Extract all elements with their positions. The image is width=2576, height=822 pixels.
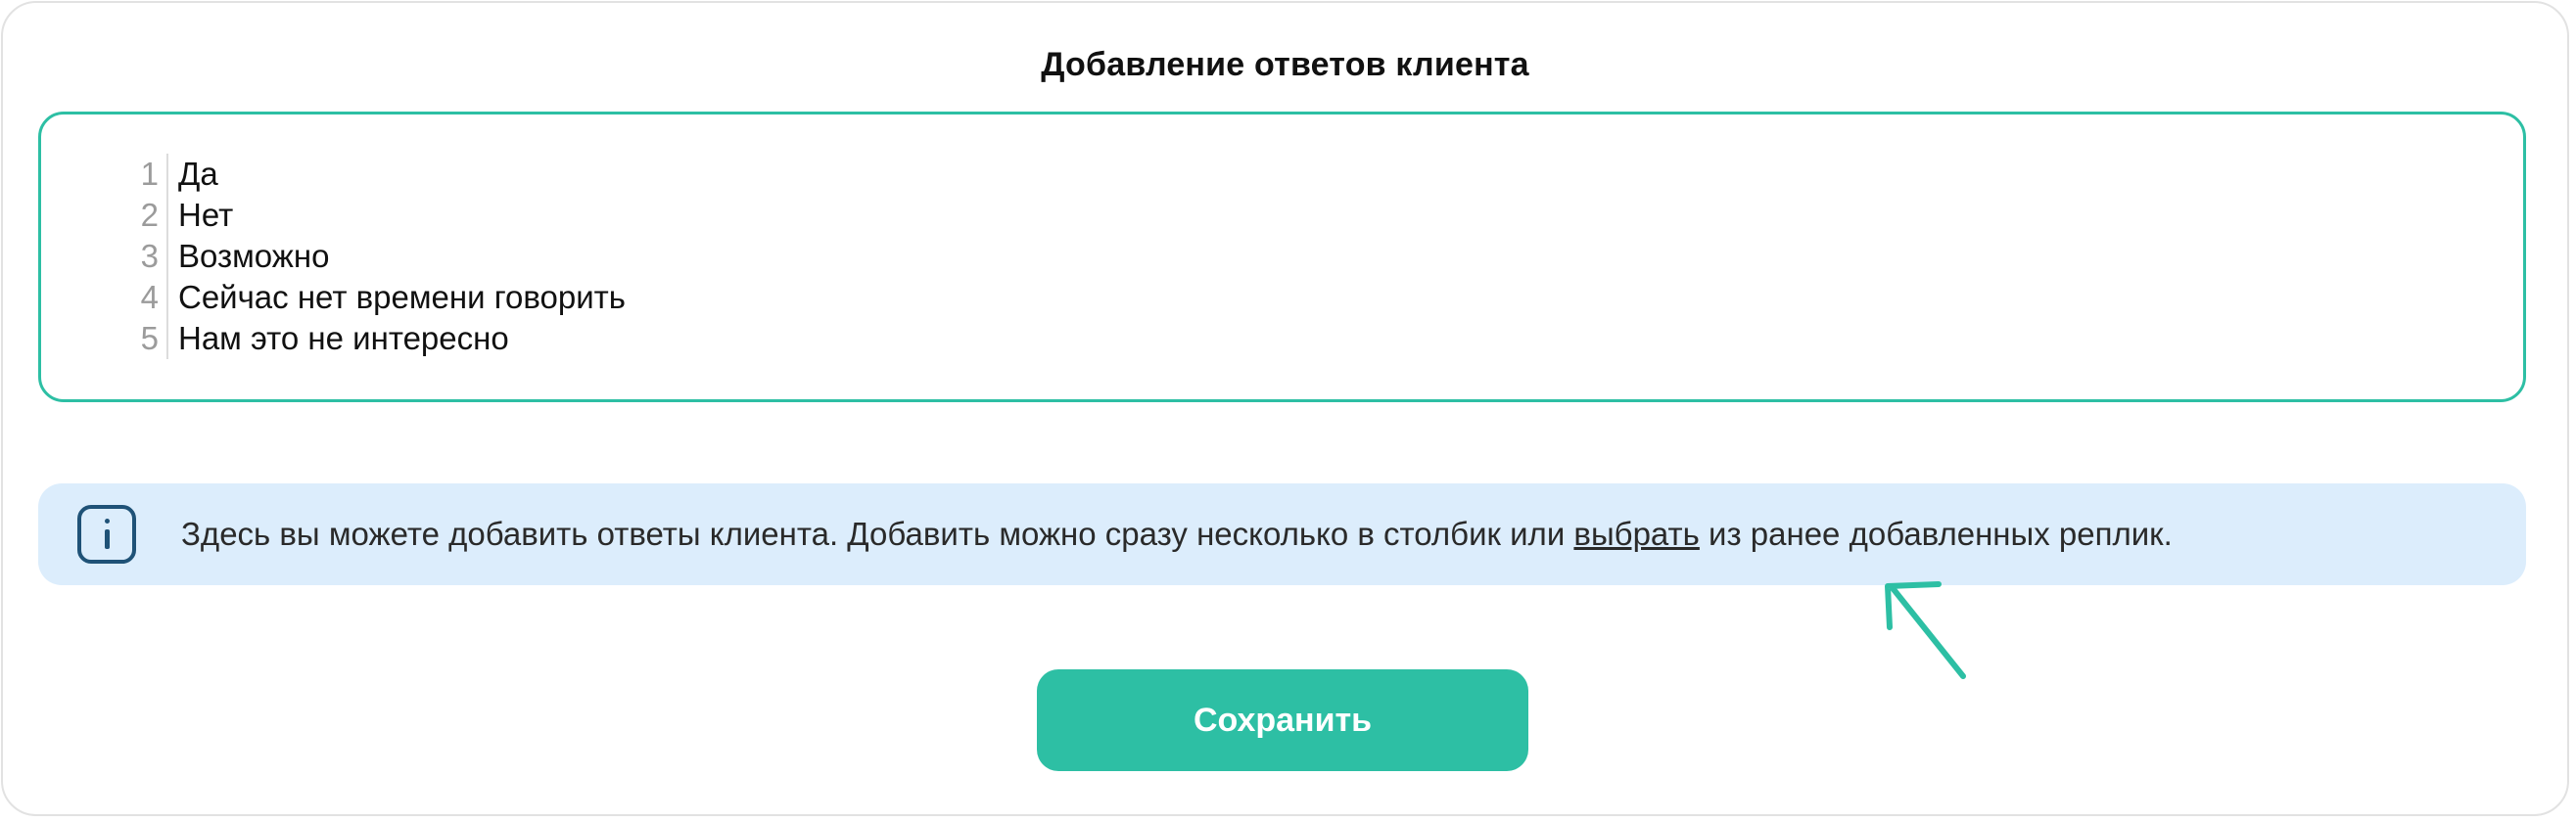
editor-line[interactable]: 4 Сейчас нет времени говорить: [100, 277, 626, 318]
editor-line[interactable]: 5 Нам это не интересно: [100, 318, 626, 359]
editor-line[interactable]: 3 Возможно: [100, 236, 626, 277]
editor-line[interactable]: 2 Нет: [100, 195, 626, 236]
dialog-title: Добавление ответов клиента: [1041, 46, 1529, 83]
line-number: 3: [100, 236, 168, 277]
arrow-up-left-icon: [1885, 581, 1966, 679]
line-text[interactable]: Нет: [168, 195, 233, 236]
save-button[interactable]: Сохранить: [1037, 669, 1528, 771]
editor-line[interactable]: 1 Да: [100, 154, 626, 195]
info-icon: [77, 505, 136, 564]
line-number: 2: [100, 195, 168, 236]
line-text[interactable]: Нам это не интересно: [168, 318, 509, 359]
editor-lines: 1 Да 2 Нет 3 Возможно 4 Сейчас нет време…: [100, 154, 626, 359]
info-banner: Здесь вы можете добавить ответы клиента.…: [38, 483, 2526, 585]
line-text[interactable]: Возможно: [168, 236, 329, 277]
choose-link[interactable]: выбрать: [1573, 516, 1699, 552]
info-text-before: Здесь вы можете добавить ответы клиента.…: [181, 516, 1574, 552]
info-icon-dot: [105, 519, 110, 524]
line-text[interactable]: Сейчас нет времени говорить: [168, 277, 626, 318]
answers-editor[interactable]: 1 Да 2 Нет 3 Возможно 4 Сейчас нет време…: [38, 112, 2526, 402]
info-icon-stem: [105, 529, 110, 549]
info-text-after: из ранее добавленных реплик.: [1699, 516, 2173, 552]
line-number: 1: [100, 154, 168, 195]
dialog-panel: Добавление ответов клиента 1 Да 2 Нет 3 …: [1, 1, 2569, 816]
line-text[interactable]: Да: [168, 154, 218, 195]
line-number: 5: [100, 318, 168, 359]
line-number: 4: [100, 277, 168, 318]
